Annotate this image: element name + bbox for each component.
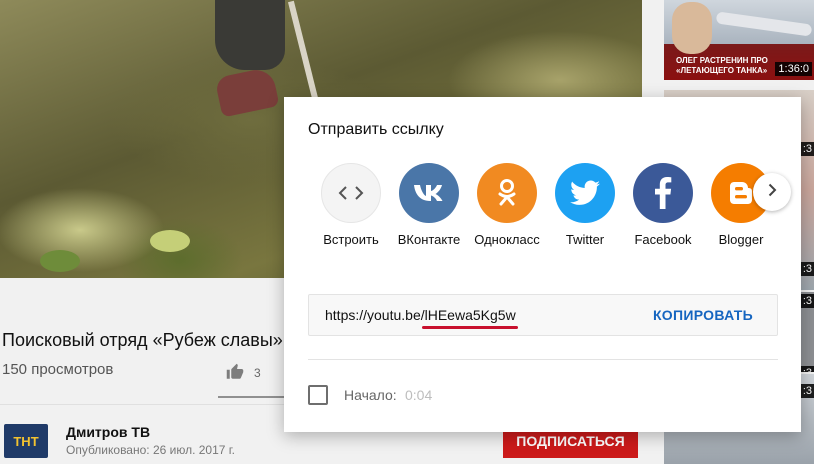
video-title: Поисковый отряд «Рубеж славы» xyxy=(2,330,283,350)
video-duration: 1:36:0 xyxy=(775,62,812,76)
thumbnail-person xyxy=(672,2,712,54)
video-duration: :3 xyxy=(800,142,814,156)
odnoklassniki-icon xyxy=(477,163,537,223)
chevron-right-icon xyxy=(765,183,779,202)
video-frame-leaf xyxy=(40,250,80,272)
video-frame-boot xyxy=(214,66,280,118)
twitter-icon xyxy=(555,163,615,223)
share-label: Facebook xyxy=(634,232,692,247)
video-duration: :3 xyxy=(800,294,814,308)
facebook-icon xyxy=(633,163,693,223)
share-twitter-button[interactable]: Twitter xyxy=(546,163,624,247)
like-count: 3 xyxy=(254,366,261,380)
video-frame-stick xyxy=(287,0,319,100)
copy-button[interactable]: КОПИРОВАТЬ xyxy=(653,307,753,323)
video-duration: :3 xyxy=(800,384,814,398)
dialog-title: Отправить ссылку xyxy=(308,121,444,138)
share-label: Встроить xyxy=(323,232,379,247)
video-duration: :3 xyxy=(800,366,814,372)
share-dialog: Отправить ссылку Встроить ВКонтакте Одно… xyxy=(284,97,801,432)
start-time-checkbox[interactable] xyxy=(308,385,328,405)
start-time-label: Начало: xyxy=(344,387,397,403)
next-services-button[interactable] xyxy=(753,173,791,211)
dialog-divider xyxy=(308,359,778,360)
vk-icon xyxy=(399,163,459,223)
share-facebook-button[interactable]: Facebook xyxy=(624,163,702,247)
share-embed-button[interactable]: Встроить xyxy=(312,163,390,247)
channel-name[interactable]: Дмитров ТВ xyxy=(66,424,150,440)
share-odnoklassniki-button[interactable]: Однокласс xyxy=(468,163,546,247)
start-time-input[interactable]: 0:04 xyxy=(405,387,432,403)
share-label: Blogger xyxy=(718,232,764,247)
video-frame-leaf xyxy=(150,230,190,252)
share-label: ВКонтакте xyxy=(397,232,461,247)
share-vk-button[interactable]: ВКонтакте xyxy=(390,163,468,247)
share-label: Однокласс xyxy=(474,232,540,247)
embed-icon xyxy=(321,163,381,223)
share-url-input[interactable]: https://youtu.be/lHEewa5Kg5w xyxy=(325,307,516,323)
publish-date: Опубликовано: 26 июл. 2017 г. xyxy=(66,443,236,457)
video-duration: :3 xyxy=(800,262,814,276)
thumbs-up-icon xyxy=(226,363,244,386)
channel-avatar[interactable]: ТНТ xyxy=(4,424,48,458)
share-url-box: https://youtu.be/lHEewa5Kg5w КОПИРОВАТЬ xyxy=(308,294,778,336)
share-services: Встроить ВКонтакте Однокласс Twitter Fac… xyxy=(312,163,782,253)
share-label: Twitter xyxy=(565,232,605,247)
thumbnail-plane xyxy=(715,11,813,37)
video-frame-person xyxy=(215,0,285,70)
url-highlight-underline xyxy=(422,326,518,329)
share-url-prefix: https://youtu.be/ xyxy=(325,307,425,323)
view-count: 150 просмотров xyxy=(2,361,114,378)
share-url-id: lHEewa5Kg5w xyxy=(424,307,516,323)
related-video-thumbnail[interactable]: ОЛЕГ РАСТРЕНИН ПРО «ЛЕТАЮЩЕГО ТАНКА» 1:3… xyxy=(664,0,814,80)
